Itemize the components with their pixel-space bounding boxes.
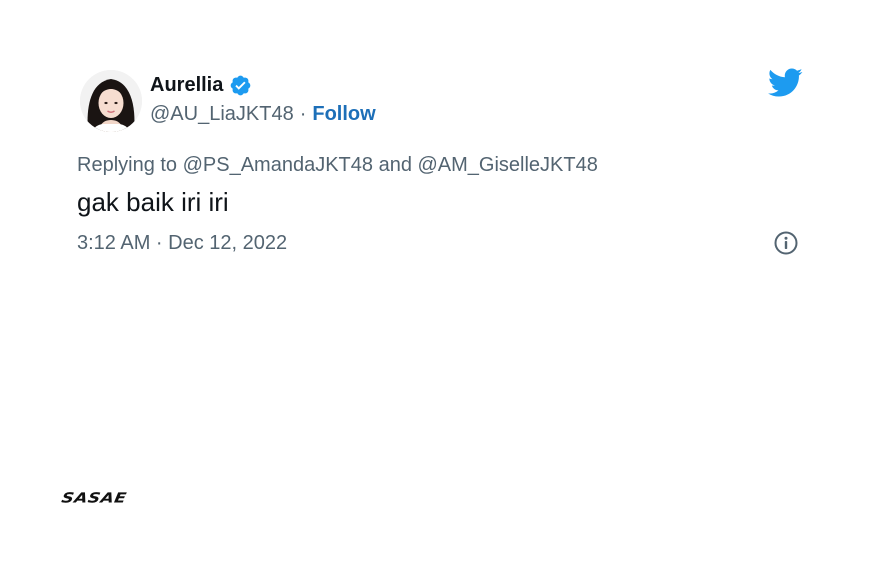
verified-badge-icon bbox=[229, 74, 252, 97]
twitter-bird-icon[interactable] bbox=[767, 68, 803, 98]
avatar-image bbox=[80, 70, 142, 132]
replying-to-text[interactable]: Replying to @PS_AmandaJKT48 and @AM_Gise… bbox=[77, 152, 598, 178]
author-display-name[interactable]: Aurellia bbox=[150, 72, 223, 98]
brand-watermark: SASAE bbox=[60, 490, 128, 507]
author-name-row: Aurellia bbox=[150, 72, 252, 98]
tweet-timestamp[interactable]: 3:12 AM · Dec 12, 2022 bbox=[77, 230, 287, 256]
info-icon[interactable] bbox=[773, 230, 799, 256]
separator-dot: · bbox=[299, 103, 307, 125]
follow-button[interactable]: Follow bbox=[312, 101, 375, 127]
author-handle-row: @AU_LiaJKT48 · Follow bbox=[150, 101, 376, 127]
tweet-card: Aurellia @AU_LiaJKT48 · Follow Replying … bbox=[0, 0, 875, 563]
avatar[interactable] bbox=[80, 70, 142, 132]
author-handle[interactable]: @AU_LiaJKT48 bbox=[150, 101, 294, 127]
tweet-text: gak baik iri iri bbox=[77, 187, 229, 217]
